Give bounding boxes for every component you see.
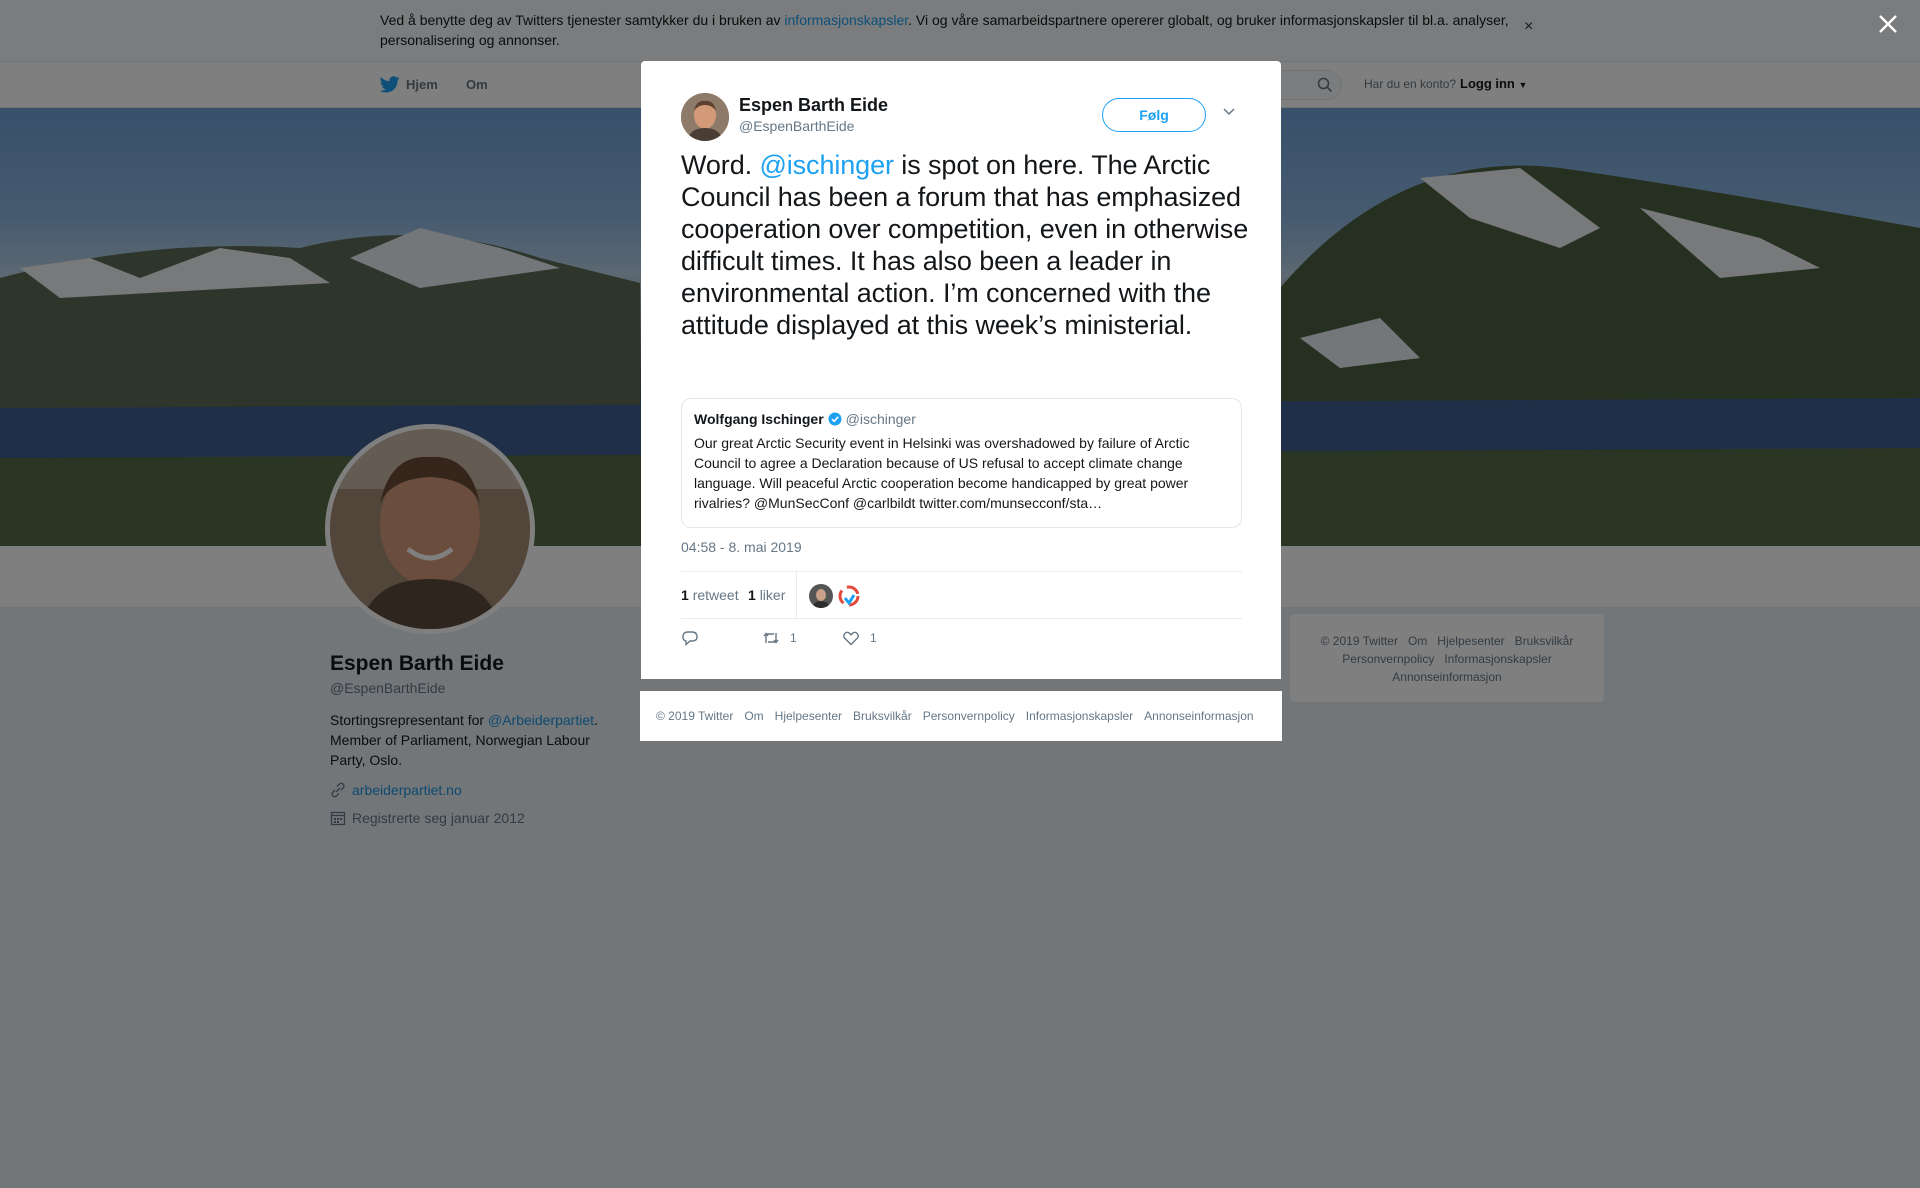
footer-link[interactable]: © 2019 Twitter bbox=[656, 709, 733, 723]
stats-divider bbox=[796, 572, 797, 618]
retweet-stat-label: retweet bbox=[692, 587, 739, 603]
tweet-text-before: Word. bbox=[681, 150, 760, 180]
retweet-stat[interactable]: 1 retweet bbox=[681, 587, 739, 603]
retweet-action-count: 1 bbox=[790, 631, 797, 645]
like-button[interactable]: 1 bbox=[842, 629, 877, 647]
engager-avatar[interactable] bbox=[809, 584, 833, 608]
like-stat-count: 1 bbox=[748, 587, 756, 603]
author-photo bbox=[681, 93, 729, 141]
footer-link[interactable]: Personvernpolicy bbox=[923, 709, 1015, 723]
quoted-tweet-text: Our great Arctic Security event in Helsi… bbox=[694, 435, 1190, 511]
tweet-author-handle[interactable]: @EspenBarthEide bbox=[739, 118, 854, 134]
engager-photo bbox=[809, 584, 833, 608]
engager-avatar[interactable] bbox=[837, 584, 861, 608]
retweet-icon bbox=[763, 632, 779, 644]
retweet-stat-count: 1 bbox=[681, 587, 689, 603]
quoted-author-name: Wolfgang Ischinger bbox=[694, 411, 824, 427]
heart-icon bbox=[843, 631, 859, 646]
tweet-actions: 1 1 bbox=[681, 629, 1242, 659]
quoted-tweet[interactable]: Wolfgang Ischinger @ischinger Our great … bbox=[681, 398, 1242, 528]
modal-footer: © 2019 Twitter Om Hjelpesenter Bruksvilk… bbox=[640, 691, 1282, 741]
tweet-modal: Espen Barth Eide @EspenBarthEide Følg Wo… bbox=[641, 61, 1281, 679]
tweet-stats: 1 retweet 1 liker bbox=[681, 571, 1242, 619]
verified-badge-icon bbox=[828, 412, 842, 426]
chevron-down-icon[interactable] bbox=[1222, 107, 1236, 117]
footer-link[interactable]: Annonseinformasjon bbox=[1144, 709, 1253, 723]
tweet-mention-link[interactable]: @ischinger bbox=[759, 150, 894, 180]
quoted-tweet-header: Wolfgang Ischinger @ischinger bbox=[694, 411, 1229, 427]
follow-button[interactable]: Følg bbox=[1102, 98, 1206, 132]
like-stat-label: liker bbox=[759, 587, 786, 603]
tweet-timestamp[interactable]: 04:58 - 8. mai 2019 bbox=[681, 539, 802, 555]
tweet-text: Word. @ischinger is spot on here. The Ar… bbox=[681, 149, 1251, 341]
engager-logo bbox=[837, 584, 861, 608]
reply-button[interactable] bbox=[681, 629, 709, 647]
footer-link[interactable]: Bruksvilkår bbox=[853, 709, 912, 723]
footer-link[interactable]: Informasjonskapsler bbox=[1026, 709, 1133, 723]
footer-link[interactable]: Om bbox=[744, 709, 763, 723]
retweet-button[interactable]: 1 bbox=[762, 629, 797, 647]
like-action-count: 1 bbox=[870, 631, 877, 645]
tweet-author-name[interactable]: Espen Barth Eide bbox=[739, 95, 888, 116]
footer-link[interactable]: Hjelpesenter bbox=[775, 709, 842, 723]
close-icon[interactable] bbox=[1876, 12, 1900, 36]
quoted-author-handle: @ischinger bbox=[845, 411, 916, 427]
reply-icon bbox=[682, 631, 698, 647]
like-stat[interactable]: 1 liker bbox=[748, 587, 785, 603]
tweet-author-avatar[interactable] bbox=[681, 93, 729, 141]
